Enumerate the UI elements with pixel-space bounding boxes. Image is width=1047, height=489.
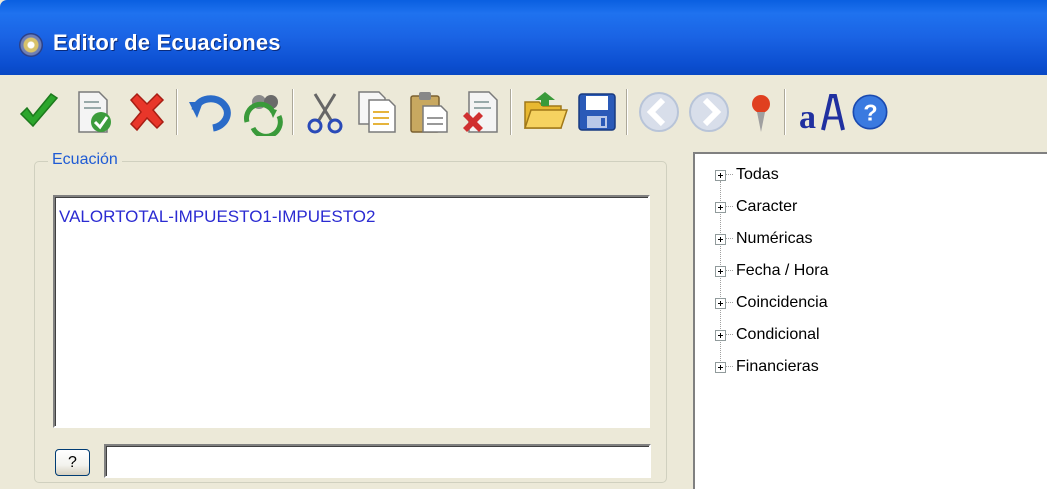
tree-item-condicional[interactable]: Condicional bbox=[715, 324, 820, 346]
toolbar-separator bbox=[176, 89, 178, 135]
window-title: Editor de Ecuaciones bbox=[53, 30, 281, 55]
expand-icon[interactable] bbox=[715, 297, 726, 309]
font-icon: a bbox=[799, 94, 845, 136]
accept-button[interactable] bbox=[14, 85, 64, 139]
expand-icon[interactable] bbox=[715, 361, 726, 373]
open-button[interactable] bbox=[520, 85, 570, 139]
refresh-icon bbox=[244, 95, 283, 136]
tree-item-financieras[interactable]: Financieras bbox=[715, 356, 819, 378]
save-button[interactable] bbox=[572, 85, 622, 139]
accept-icon bbox=[19, 92, 59, 128]
pushpin-icon bbox=[752, 95, 770, 132]
copy-icon bbox=[358, 91, 396, 133]
tree-item-label: Condicional bbox=[736, 326, 820, 343]
toolbar-separator bbox=[626, 89, 628, 135]
help-icon: ? bbox=[852, 94, 888, 130]
forward-arrow-icon bbox=[689, 92, 729, 132]
forward-button[interactable] bbox=[684, 85, 734, 139]
back-button[interactable] bbox=[634, 85, 684, 139]
tree-item-label: Financieras bbox=[736, 358, 819, 375]
tree-item-coincidencia[interactable]: Coincidencia bbox=[715, 292, 828, 314]
copy-button[interactable] bbox=[352, 85, 402, 139]
cut-button[interactable] bbox=[300, 85, 350, 139]
svg-text:a: a bbox=[799, 99, 816, 136]
help-button[interactable]: ? bbox=[55, 449, 90, 476]
open-folder-icon bbox=[523, 92, 569, 129]
tree-item-label: Todas bbox=[736, 166, 779, 183]
expand-icon[interactable] bbox=[715, 329, 726, 341]
tree-item-label: Fecha / Hora bbox=[736, 262, 829, 279]
toolbar-separator bbox=[784, 89, 786, 135]
cancel-button[interactable] bbox=[122, 85, 172, 139]
equation-editor[interactable]: VALORTOTAL-IMPUESTO1-IMPUESTO2 bbox=[53, 195, 650, 428]
undo-icon bbox=[189, 95, 231, 132]
expand-icon[interactable] bbox=[715, 201, 726, 213]
tree-item-label: Coincidencia bbox=[736, 294, 828, 311]
tree-item-label: Numéricas bbox=[736, 230, 813, 247]
function-tree[interactable]: Todas Caracter Numéricas Fecha / Hora Co… bbox=[693, 152, 1047, 489]
toolbar-separator bbox=[292, 89, 294, 135]
save-icon bbox=[578, 93, 616, 131]
font-button[interactable]: a bbox=[796, 85, 846, 139]
tree-item-numericas[interactable]: Numéricas bbox=[715, 228, 812, 250]
cut-icon bbox=[307, 93, 343, 134]
validate-document-icon bbox=[78, 91, 111, 133]
tree-item-caracter[interactable]: Caracter bbox=[715, 196, 797, 218]
cancel-icon bbox=[129, 92, 165, 132]
equation-text: VALORTOTAL-IMPUESTO1-IMPUESTO2 bbox=[59, 207, 376, 226]
expand-icon[interactable] bbox=[715, 233, 726, 245]
toolbar: a ? bbox=[0, 75, 1047, 148]
paste-icon bbox=[410, 92, 448, 133]
expand-icon[interactable] bbox=[715, 169, 726, 181]
tree-item-todas[interactable]: Todas bbox=[715, 164, 779, 186]
paste-button[interactable] bbox=[404, 85, 454, 139]
delete-document-icon bbox=[463, 91, 498, 133]
undo-button[interactable] bbox=[186, 85, 236, 139]
help-button-label: ? bbox=[68, 453, 77, 471]
status-field[interactable] bbox=[104, 444, 651, 478]
equation-group-label: Ecuación bbox=[48, 151, 122, 169]
tree-item-label: Caracter bbox=[736, 198, 798, 215]
toolbar-separator bbox=[510, 89, 512, 135]
svg-text:?: ? bbox=[863, 99, 877, 125]
pin-button[interactable] bbox=[736, 85, 786, 139]
expand-icon[interactable] bbox=[715, 265, 726, 277]
help-toolbar-button[interactable]: ? bbox=[850, 85, 890, 139]
delete-button[interactable] bbox=[456, 85, 506, 139]
title-bar: Editor de Ecuaciones bbox=[0, 0, 1047, 75]
refresh-button[interactable] bbox=[238, 85, 288, 139]
back-arrow-icon bbox=[639, 92, 679, 132]
validate-button[interactable] bbox=[68, 85, 118, 139]
tree-item-fecha-hora[interactable]: Fecha / Hora bbox=[715, 260, 828, 282]
app-icon bbox=[19, 33, 43, 57]
